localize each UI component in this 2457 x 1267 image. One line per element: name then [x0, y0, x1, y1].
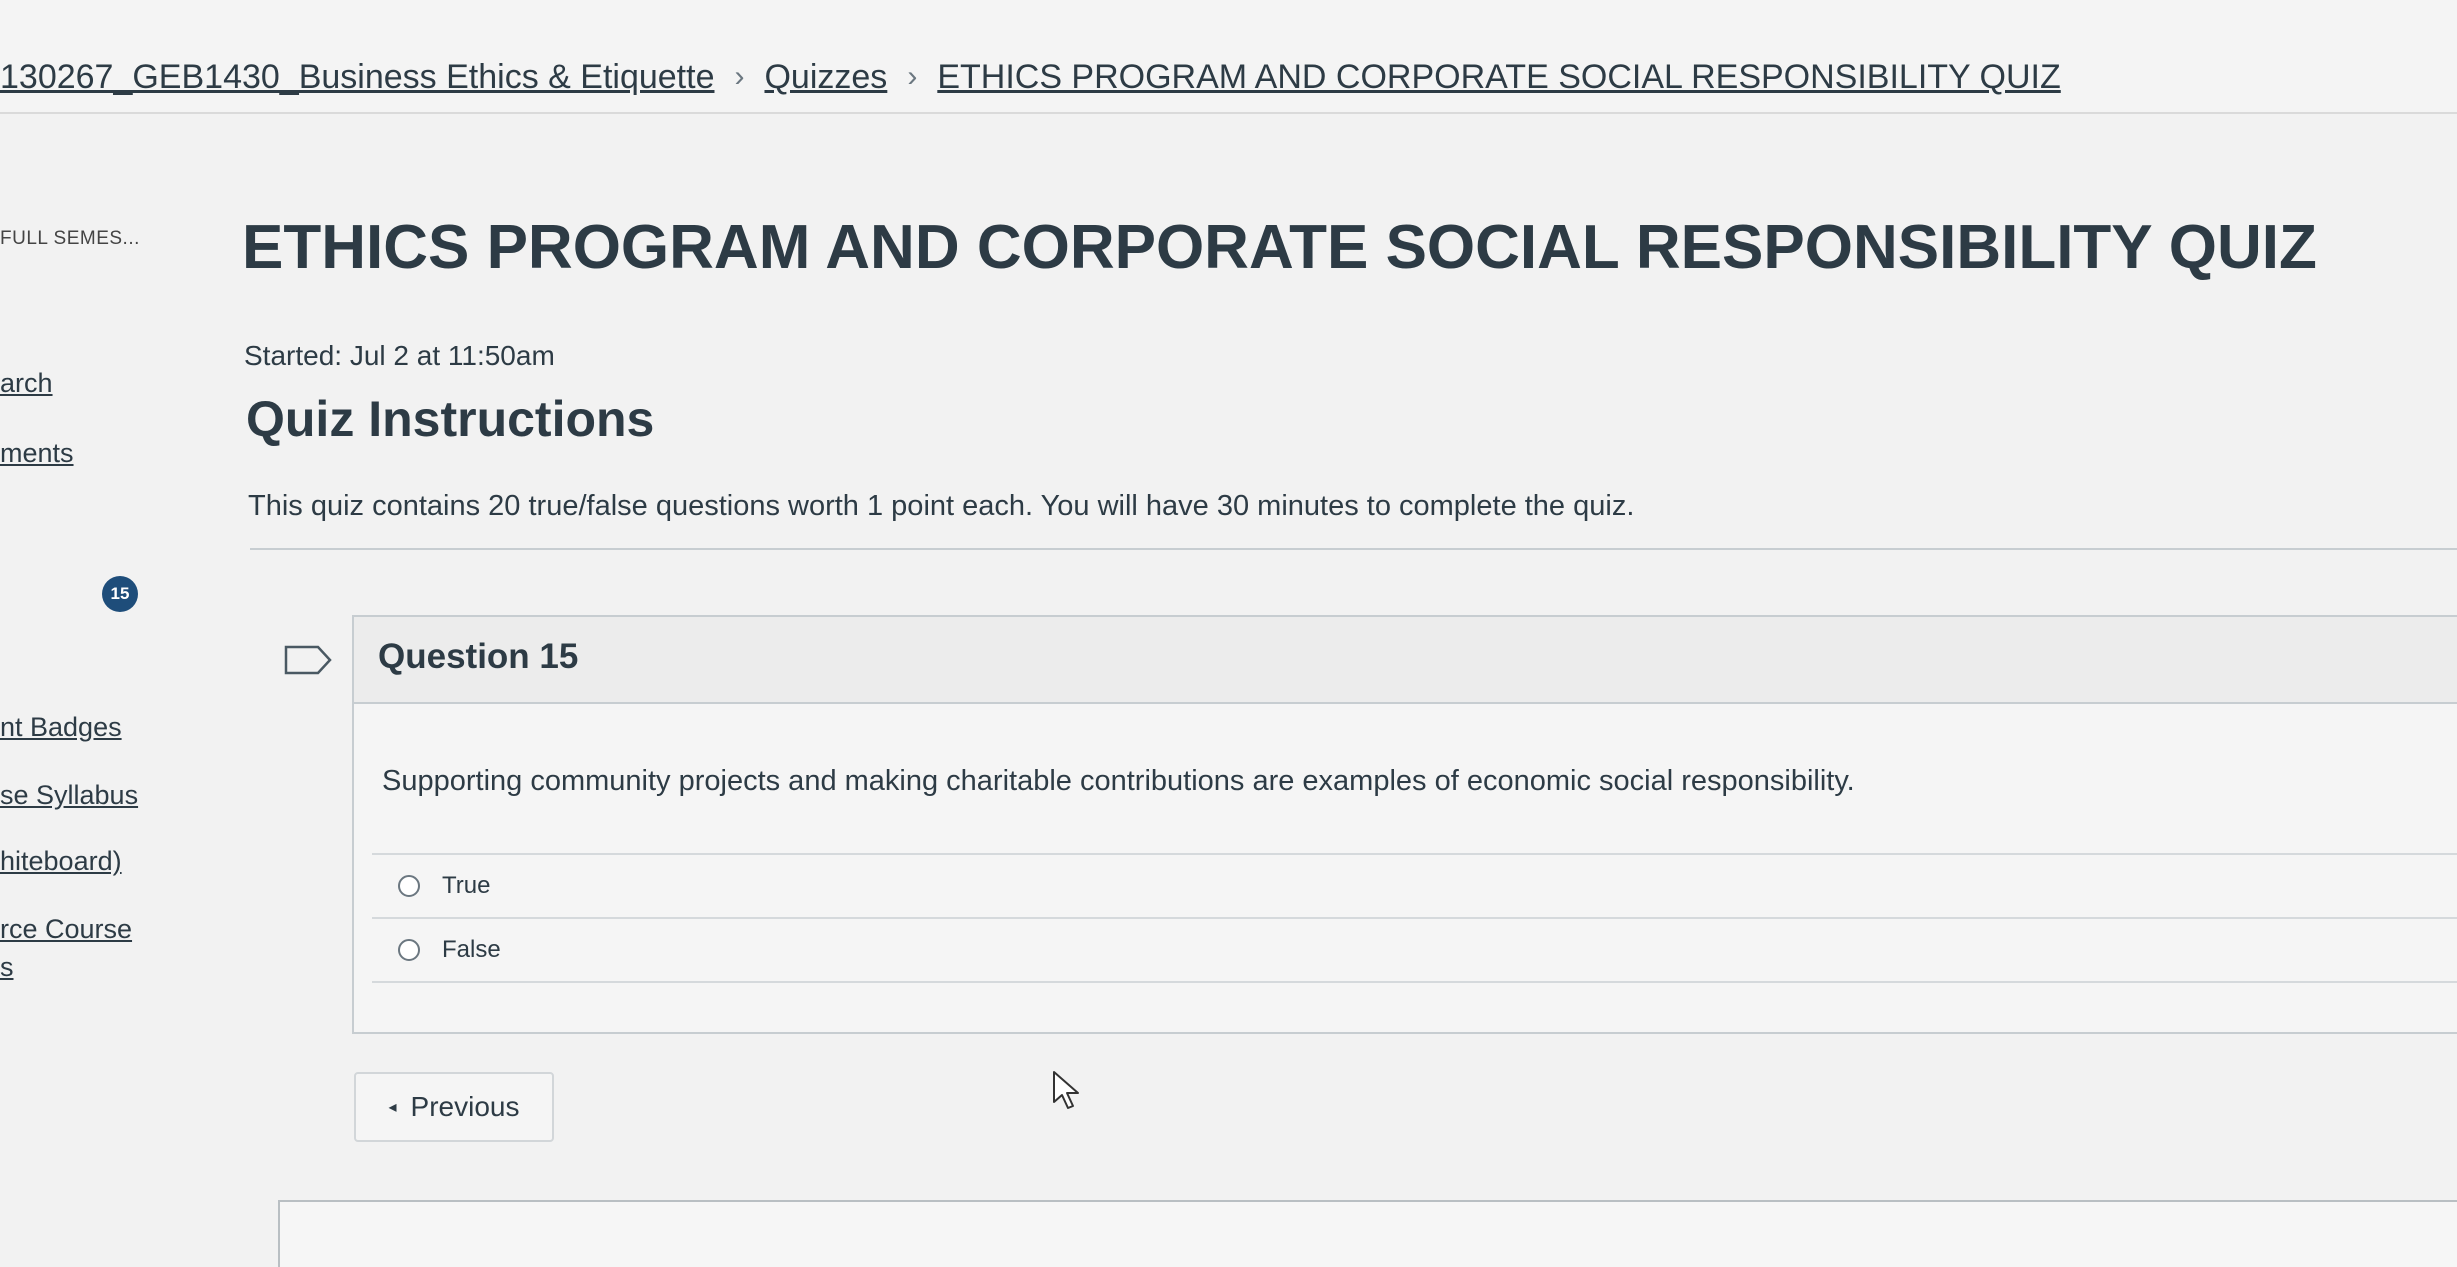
page-title: ETHICS PROGRAM AND CORPORATE SOCIAL RESP…	[242, 213, 2317, 282]
chevron-left-icon: ◂	[388, 1099, 397, 1116]
quiz-started-time: Started: Jul 2 at 11:50am	[244, 340, 555, 371]
sidebar-item-assignments[interactable]: ments	[0, 438, 74, 469]
question-header: Question 15	[284, 617, 2457, 704]
section-divider	[250, 548, 2457, 550]
course-navigation	[0, 112, 220, 1265]
sidebar-item-syllabus[interactable]: se Syllabus	[0, 780, 138, 811]
answer-option-false[interactable]: False	[372, 917, 2457, 983]
quiz-instructions-text: This quiz contains 20 true/false questio…	[248, 490, 1635, 522]
breadcrumb-bar: 130267_GEB1430_Business Ethics & Etiquet…	[0, 0, 2457, 114]
quiz-instructions-heading: Quiz Instructions	[246, 391, 655, 447]
previous-button-label: Previous	[410, 1091, 520, 1122]
breadcrumb: 130267_GEB1430_Business Ethics & Etiquet…	[0, 52, 2061, 102]
sidebar-item-badges[interactable]: nt Badges	[0, 712, 122, 743]
answer-option-true[interactable]: True	[372, 853, 2457, 917]
sidebar-item-search[interactable]: arch	[0, 368, 53, 399]
flag-icon[interactable]	[284, 645, 332, 675]
question-title: Question 15	[378, 637, 579, 676]
quiz-footer-panel	[278, 1200, 2457, 1267]
breadcrumb-separator: ›	[907, 60, 918, 93]
answer-label: True	[442, 872, 491, 899]
previous-button[interactable]: ◂ Previous	[354, 1072, 554, 1142]
breadcrumb-separator: ›	[734, 60, 745, 93]
question-text: Supporting community projects and making…	[382, 765, 1855, 797]
course-term-label: FULL SEMES...	[0, 228, 140, 249]
answer-label: False	[442, 936, 501, 963]
radio-icon[interactable]	[398, 875, 420, 897]
mouse-cursor-icon	[1053, 1071, 1079, 1109]
question-card: Question 15 Supporting community project…	[284, 615, 2457, 1034]
sidebar-item-whiteboard[interactable]: hiteboard)	[0, 846, 122, 877]
breadcrumb-current-quiz-link[interactable]: ETHICS PROGRAM AND CORPORATE SOCIAL RESP…	[937, 58, 2060, 97]
unread-count-badge: 15	[102, 576, 138, 612]
sidebar-item-course[interactable]: rce Course	[0, 914, 132, 945]
breadcrumb-quizzes-link[interactable]: Quizzes	[764, 58, 887, 97]
sidebar-item-more[interactable]: s	[0, 952, 14, 983]
radio-icon[interactable]	[398, 939, 420, 961]
breadcrumb-course-link[interactable]: 130267_GEB1430_Business Ethics & Etiquet…	[0, 58, 714, 97]
